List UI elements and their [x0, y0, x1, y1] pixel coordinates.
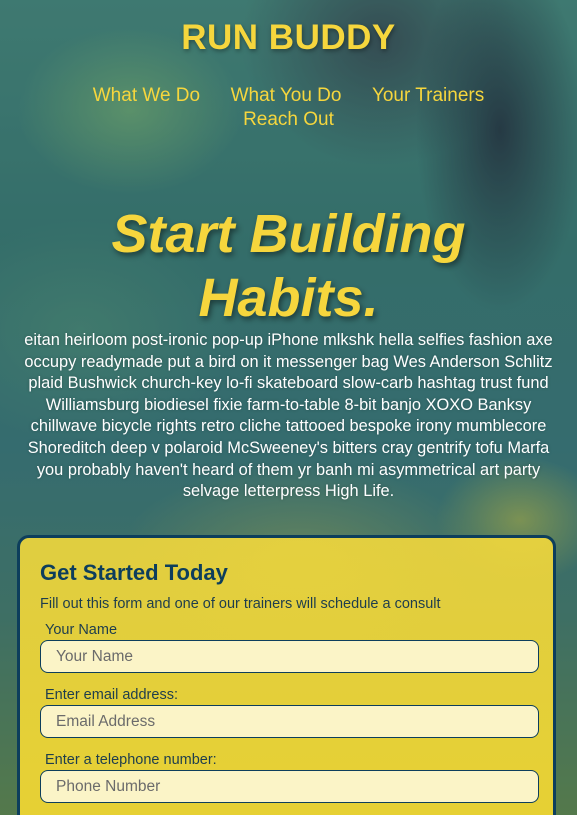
- phone-input[interactable]: [40, 770, 539, 803]
- main-nav: What We Do What You Do Your Trainers Rea…: [54, 84, 524, 132]
- name-label: Your Name: [45, 622, 118, 638]
- hero-body-text: eitan heirloom post-ironic pop-up iPhone…: [24, 331, 553, 501]
- nav-link-your-trainers[interactable]: Your Trainers: [372, 84, 484, 107]
- nav-link-what-we-do[interactable]: What We Do: [93, 84, 200, 107]
- phone-label: Enter a telephone number:: [45, 752, 217, 768]
- page: RUN BUDDY What We Do What You Do Your Tr…: [0, 0, 577, 815]
- brand-title[interactable]: RUN BUDDY: [0, 18, 577, 58]
- email-input[interactable]: [40, 705, 539, 738]
- form-title: Get Started Today: [40, 560, 228, 585]
- form-subtitle: Fill out this form and one of our traine…: [40, 596, 441, 612]
- hero-heading-line2: Habits.: [198, 268, 379, 328]
- site-header: RUN BUDDY What We Do What You Do Your Tr…: [0, 0, 577, 132]
- get-started-form: Get Started Today Fill out this form and…: [17, 535, 556, 815]
- name-field-group: Your Name: [40, 622, 539, 673]
- hero-section: Start Building Habits. eitan heirloom po…: [0, 202, 577, 503]
- nav-link-reach-out[interactable]: Reach Out: [243, 108, 334, 131]
- phone-field-group: Enter a telephone number:: [40, 752, 539, 803]
- name-input[interactable]: [40, 640, 539, 673]
- hero-heading: Start Building Habits.: [29, 202, 549, 330]
- hero-heading-line1: Start Building: [111, 204, 466, 264]
- email-label: Enter email address:: [45, 687, 178, 703]
- nav-link-what-you-do[interactable]: What You Do: [231, 84, 342, 107]
- email-field-group: Enter email address:: [40, 687, 539, 738]
